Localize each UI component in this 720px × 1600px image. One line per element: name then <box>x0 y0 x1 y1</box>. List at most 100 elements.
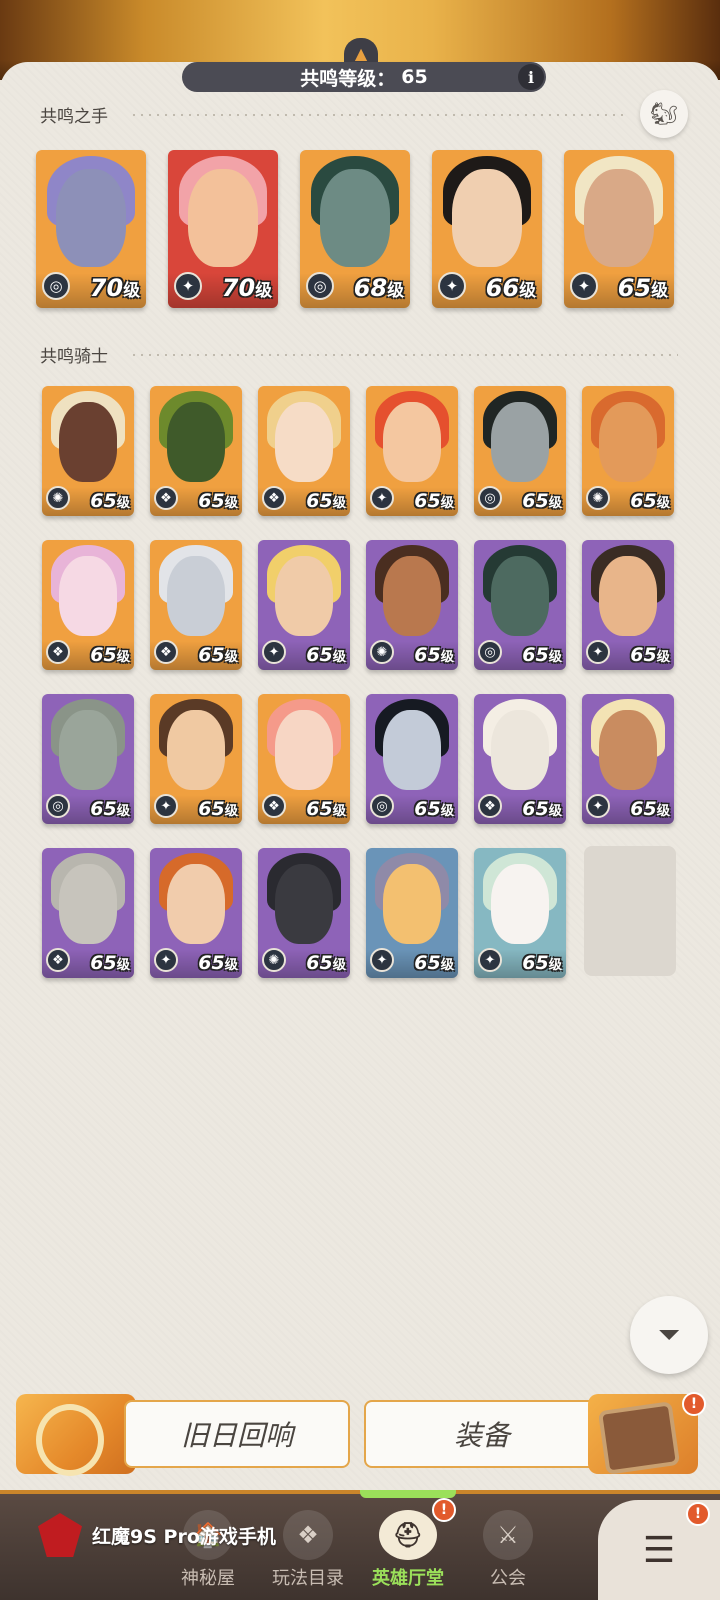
hero-card[interactable]: ✦ 65级 <box>582 694 674 824</box>
hero-card[interactable]: ◎ 65级 <box>474 540 566 670</box>
hero-level-suffix: 级 <box>224 650 238 665</box>
hero-level-value: 65 <box>617 274 652 302</box>
hero-card[interactable]: ✦ 65级 <box>564 150 674 308</box>
hero-level: 65级 <box>198 490 238 512</box>
hero-level: 70级 <box>222 274 272 302</box>
hero-card[interactable]: ❖ 65级 <box>42 848 134 978</box>
hero-portrait <box>382 863 442 945</box>
faction-icon: ✦ <box>370 948 394 972</box>
hero-level-value: 65 <box>522 952 549 974</box>
faction-icon: ◎ <box>42 272 70 300</box>
hero-level-suffix: 级 <box>255 280 272 300</box>
nav-item-guild[interactable]: ⚔ 公会 <box>458 1510 558 1600</box>
faction-icon: ✺ <box>262 948 286 972</box>
section-divider <box>130 114 624 116</box>
hero-card[interactable]: ❖ 65级 <box>150 386 242 516</box>
faction-icon: ✦ <box>370 486 394 510</box>
faction-icon: ❖ <box>46 640 70 664</box>
hero-level-suffix: 级 <box>440 650 454 665</box>
hero-level-value: 65 <box>306 798 333 820</box>
hero-level: 65级 <box>414 798 454 820</box>
hero-card[interactable]: ◎ 65级 <box>474 386 566 516</box>
hero-level-value: 65 <box>522 644 549 666</box>
faction-icon: ❖ <box>154 640 178 664</box>
hero-level: 65级 <box>90 644 130 666</box>
hero-card[interactable]: ◎ 65级 <box>42 694 134 824</box>
hero-card[interactable]: ❖ 65级 <box>150 540 242 670</box>
hero-card[interactable]: ✦ 65级 <box>150 694 242 824</box>
hero-card[interactable]: ✦ 65级 <box>366 386 458 516</box>
hero-portrait <box>598 709 658 791</box>
hero-portrait <box>382 709 442 791</box>
hero-card[interactable]: ✦ 65级 <box>150 848 242 978</box>
hero-level: 65级 <box>522 952 562 974</box>
faction-icon: ✦ <box>478 948 502 972</box>
hero-level-value: 65 <box>90 798 117 820</box>
hero-portrait <box>598 555 658 637</box>
equipment-alert-badge: ! <box>682 1392 706 1416</box>
faction-icon: ◎ <box>478 486 502 510</box>
hero-card[interactable]: ❖ 65级 <box>42 540 134 670</box>
filter-icon[interactable]: ⏷ <box>630 1296 708 1374</box>
hero-card[interactable]: ◎ 70级 <box>36 150 146 308</box>
squirrel-icon[interactable]: 🐿 <box>640 90 688 138</box>
faction-icon: ✦ <box>438 272 466 300</box>
hero-portrait <box>58 863 118 945</box>
hero-level-value: 70 <box>221 274 256 302</box>
hero-level-suffix: 级 <box>332 804 346 819</box>
hero-card[interactable]: ✺ 65级 <box>582 386 674 516</box>
hero-card[interactable]: ✦ 66级 <box>432 150 542 308</box>
hero-card[interactable]: ✦ 65级 <box>258 540 350 670</box>
empty-hero-slot[interactable] <box>584 846 676 976</box>
hero-card[interactable]: ✦ 70级 <box>168 150 278 308</box>
section-title-text: 共鸣骑士 <box>40 347 108 367</box>
hero-portrait <box>166 709 226 791</box>
hero-level-suffix: 级 <box>332 496 346 511</box>
hero-level: 65级 <box>630 644 670 666</box>
hero-card[interactable]: ✦ 65级 <box>366 848 458 978</box>
equipment-button[interactable]: 装备 <box>364 1400 600 1468</box>
hero-portrait <box>58 555 118 637</box>
hero-portrait <box>583 168 655 267</box>
faction-icon: ❖ <box>262 486 286 510</box>
hero-level-suffix: 级 <box>440 804 454 819</box>
hero-card[interactable]: ✺ 65级 <box>366 540 458 670</box>
hero-card[interactable]: ✦ 65级 <box>474 848 566 978</box>
hero-portrait <box>490 555 550 637</box>
hero-card[interactable]: ❖ 65级 <box>258 694 350 824</box>
section-title-hands: 共鸣之手 <box>40 102 108 127</box>
hero-portrait <box>382 401 442 483</box>
nav-item-hero-hall[interactable]: ⛑ 英雄厅堂 <box>358 1510 458 1600</box>
hero-portrait <box>274 401 334 483</box>
hero-level: 65级 <box>306 490 346 512</box>
hero-card[interactable]: ✺ 65级 <box>42 386 134 516</box>
hero-card[interactable]: ◎ 68级 <box>300 150 410 308</box>
hero-level: 65级 <box>198 644 238 666</box>
hero-portrait <box>490 709 550 791</box>
info-button[interactable]: i <box>518 64 544 90</box>
nav-label: 英雄厅堂 <box>372 1568 444 1589</box>
hero-level-suffix: 级 <box>116 958 130 973</box>
faction-icon: ✦ <box>154 948 178 972</box>
hero-card[interactable]: ❖ 65级 <box>258 386 350 516</box>
hero-level-suffix: 级 <box>224 496 238 511</box>
hero-card[interactable]: ◎ 65级 <box>366 694 458 824</box>
hero-level: 65级 <box>630 798 670 820</box>
catalog-icon: ❖ <box>283 1510 333 1560</box>
hero-card[interactable]: ❖ 65级 <box>474 694 566 824</box>
hero-level-value: 65 <box>90 644 117 666</box>
section-title-knights: 共鸣骑士 <box>40 342 108 367</box>
hero-level: 65级 <box>522 644 562 666</box>
hero-card[interactable]: ✦ 65级 <box>582 540 674 670</box>
hero-level: 66级 <box>486 274 536 302</box>
hero-card[interactable]: ✺ 65级 <box>258 848 350 978</box>
resonance-level-label: 共鸣等级： <box>300 67 396 90</box>
nav-active-indicator <box>360 1490 456 1498</box>
hero-portrait <box>166 401 226 483</box>
hero-level-value: 65 <box>306 644 333 666</box>
hero-level: 65级 <box>198 952 238 974</box>
echo-button-art[interactable] <box>16 1394 136 1476</box>
faction-icon: ✦ <box>154 794 178 818</box>
hero-level-value: 65 <box>306 490 333 512</box>
old-echo-button[interactable]: 旧日回响 <box>124 1400 350 1468</box>
